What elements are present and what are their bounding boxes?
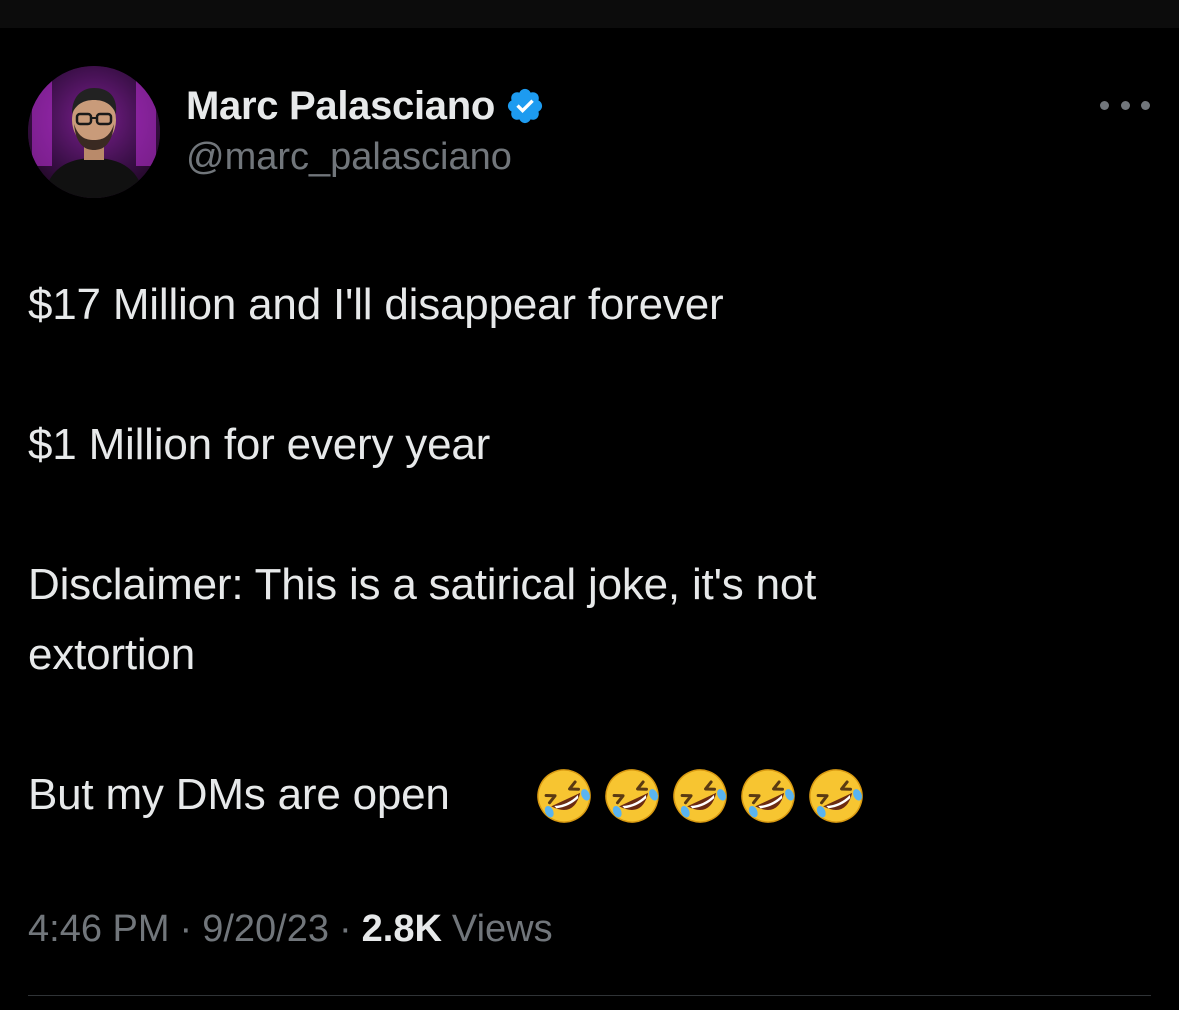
meta-separator: · [338, 908, 352, 950]
tweet-text-line-3: Disclaimer: This is a satirical joke, it… [28, 560, 817, 609]
rolling-on-floor-laughing-emoji-icon [532, 764, 596, 828]
views-count[interactable]: 2.8K [362, 908, 442, 951]
tweet-text-line-1: $17 Million and I'll disappear forever [28, 280, 724, 329]
divider [28, 995, 1151, 996]
views-label[interactable]: Views [452, 908, 553, 951]
author-name[interactable]: Marc Palasciano [186, 84, 495, 129]
meta-separator: · [179, 908, 193, 950]
rolling-on-floor-laughing-emoji-icon [600, 764, 664, 828]
author-handle[interactable]: @marc_palasciano [186, 136, 512, 179]
emoji-row [532, 764, 868, 828]
tweet-text-line-2: $1 Million for every year [28, 420, 491, 469]
rolling-on-floor-laughing-emoji-icon [804, 764, 868, 828]
author-name-row: Marc Palasciano [186, 78, 545, 134]
verified-badge-icon[interactable] [505, 86, 545, 126]
tweet-text-line-4: extortion [28, 630, 195, 679]
rolling-on-floor-laughing-emoji-icon [668, 764, 732, 828]
tweet: Marc Palasciano @marc_palasciano $17 Mil… [0, 0, 1179, 1010]
tweet-date[interactable]: 9/20/23 [202, 908, 329, 951]
tweet-time[interactable]: 4:46 PM [28, 908, 170, 951]
avatar[interactable] [28, 66, 160, 198]
tweet-text-line-5: But my DMs are open [28, 770, 450, 819]
tweet-meta: 4:46 PM · 9/20/23 · 2.8K Views [28, 908, 553, 951]
more-horizontal-icon[interactable] [1100, 92, 1150, 118]
rolling-on-floor-laughing-emoji-icon [736, 764, 800, 828]
